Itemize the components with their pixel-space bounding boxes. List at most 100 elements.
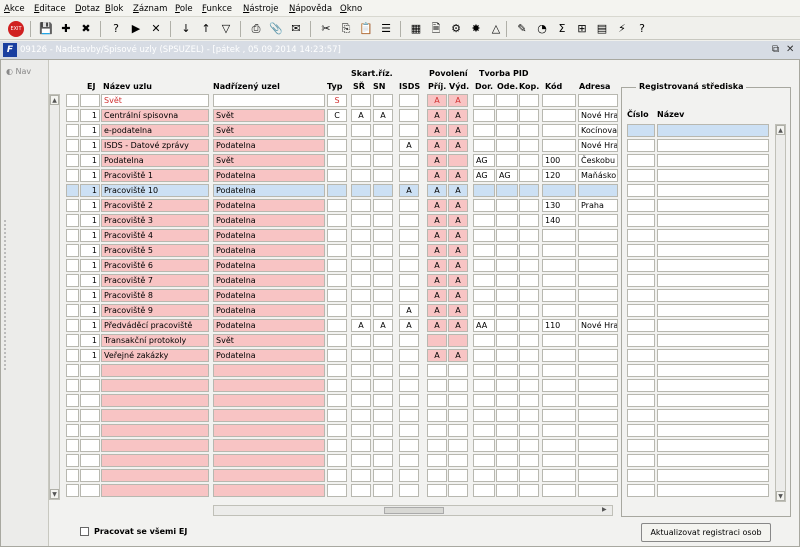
- cell-typ[interactable]: S: [327, 94, 347, 107]
- cell-ej[interactable]: 1: [80, 124, 100, 137]
- cell-nazev[interactable]: [101, 484, 209, 497]
- hscroll-thumb[interactable]: [384, 507, 444, 514]
- cell-ej[interactable]: [80, 409, 100, 422]
- cell-kod[interactable]: [542, 139, 576, 152]
- cell-vyd[interactable]: A: [448, 94, 468, 107]
- restore-button[interactable]: ⧉: [772, 44, 779, 55]
- cell-typ[interactable]: [327, 409, 347, 422]
- cell-dor[interactable]: [473, 304, 495, 317]
- cell-ode[interactable]: [496, 394, 518, 407]
- cell-dor[interactable]: [473, 199, 495, 212]
- cell-kod[interactable]: [542, 439, 576, 452]
- cell-kop[interactable]: [519, 244, 539, 257]
- cell-kop[interactable]: [519, 184, 539, 197]
- cell-typ[interactable]: [327, 199, 347, 212]
- cell-sn[interactable]: [373, 244, 393, 257]
- nav-label[interactable]: ◐ Nav: [6, 67, 31, 76]
- cell-prij[interactable]: A: [427, 244, 447, 257]
- cell-nazev[interactable]: Pracoviště 4: [101, 229, 209, 242]
- cell-dor[interactable]: [473, 364, 495, 377]
- cell-nazev[interactable]: [101, 409, 209, 422]
- reg-cell-nazev[interactable]: [657, 364, 769, 377]
- cell-sn[interactable]: [373, 424, 393, 437]
- cell-typ[interactable]: C: [327, 109, 347, 122]
- cell-ode[interactable]: [496, 244, 518, 257]
- nav-grip[interactable]: [4, 220, 9, 370]
- cell-isds[interactable]: [399, 394, 419, 407]
- cell-nazev[interactable]: Pracoviště 2: [101, 199, 209, 212]
- cell-adr[interactable]: Nové Hra: [578, 139, 618, 152]
- cell-typ[interactable]: [327, 184, 347, 197]
- cell-isds[interactable]: [399, 289, 419, 302]
- cell-ej[interactable]: 1: [80, 334, 100, 347]
- cell-ode[interactable]: [496, 94, 518, 107]
- cell-ode[interactable]: [496, 124, 518, 137]
- cell-isds[interactable]: [399, 334, 419, 347]
- reg-cell-nazev[interactable]: [657, 379, 769, 392]
- cell-vyd[interactable]: A: [448, 274, 468, 287]
- cell-selector[interactable]: [66, 289, 79, 302]
- cell-nazev[interactable]: Pracoviště 8: [101, 289, 209, 302]
- cell-kop[interactable]: [519, 154, 539, 167]
- document-icon[interactable]: 🗎: [428, 21, 444, 37]
- cell-adr[interactable]: [578, 334, 618, 347]
- cell-isds[interactable]: [399, 379, 419, 392]
- cell-nad[interactable]: Podatelna: [213, 304, 325, 317]
- cell-dor[interactable]: [473, 334, 495, 347]
- close-button[interactable]: ✕: [786, 44, 794, 55]
- cell-kod[interactable]: [542, 244, 576, 257]
- cell-typ[interactable]: [327, 394, 347, 407]
- cell-adr[interactable]: [578, 274, 618, 287]
- cell-sr[interactable]: [351, 94, 371, 107]
- reg-cell-nazev[interactable]: [657, 124, 769, 137]
- cell-kop[interactable]: [519, 469, 539, 482]
- cell-kop[interactable]: [519, 364, 539, 377]
- reg-cell-cislo[interactable]: [627, 154, 655, 167]
- menu-napoveda[interactable]: Nápověda: [289, 4, 332, 14]
- cell-typ[interactable]: [327, 244, 347, 257]
- cell-kop[interactable]: [519, 199, 539, 212]
- grid-hscrollbar[interactable]: ▶: [213, 505, 613, 516]
- menu-pole[interactable]: Pole: [175, 4, 193, 14]
- cell-dor[interactable]: [473, 139, 495, 152]
- cell-kod[interactable]: [542, 304, 576, 317]
- cell-selector[interactable]: [66, 124, 79, 137]
- cell-ode[interactable]: [496, 319, 518, 332]
- cell-nazev[interactable]: [101, 469, 209, 482]
- cell-sn[interactable]: [373, 199, 393, 212]
- cell-prij[interactable]: A: [427, 124, 447, 137]
- cell-dor[interactable]: AA: [473, 319, 495, 332]
- cell-prij[interactable]: [427, 484, 447, 497]
- cell-nazev[interactable]: Předváděcí pracoviště: [101, 319, 209, 332]
- cell-vyd[interactable]: A: [448, 169, 468, 182]
- cell-kop[interactable]: [519, 409, 539, 422]
- cell-ode[interactable]: [496, 439, 518, 452]
- cell-sn[interactable]: [373, 454, 393, 467]
- cell-kod[interactable]: [542, 274, 576, 287]
- cell-vyd[interactable]: [448, 469, 468, 482]
- globe-icon[interactable]: ◔: [534, 21, 550, 37]
- cell-prij[interactable]: A: [427, 304, 447, 317]
- print-icon[interactable]: ⎙: [248, 21, 264, 37]
- cell-sr[interactable]: [351, 334, 371, 347]
- cell-ej[interactable]: 1: [80, 259, 100, 272]
- cell-prij[interactable]: A: [427, 169, 447, 182]
- reg-cell-cislo[interactable]: [627, 334, 655, 347]
- cell-sr[interactable]: [351, 349, 371, 362]
- cell-kop[interactable]: [519, 484, 539, 497]
- cell-adr[interactable]: [578, 259, 618, 272]
- cell-kop[interactable]: [519, 109, 539, 122]
- cell-sr[interactable]: [351, 439, 371, 452]
- cell-kop[interactable]: [519, 229, 539, 242]
- cell-nad[interactable]: Podatelna: [213, 274, 325, 287]
- cell-kop[interactable]: [519, 439, 539, 452]
- cell-ode[interactable]: [496, 139, 518, 152]
- cell-adr[interactable]: [578, 94, 618, 107]
- cell-kop[interactable]: [519, 274, 539, 287]
- cell-sn[interactable]: [373, 379, 393, 392]
- cell-isds[interactable]: [399, 214, 419, 227]
- cell-ode[interactable]: [496, 409, 518, 422]
- cell-vyd[interactable]: A: [448, 139, 468, 152]
- cell-prij[interactable]: A: [427, 154, 447, 167]
- menu-funkce[interactable]: Funkce: [202, 4, 232, 14]
